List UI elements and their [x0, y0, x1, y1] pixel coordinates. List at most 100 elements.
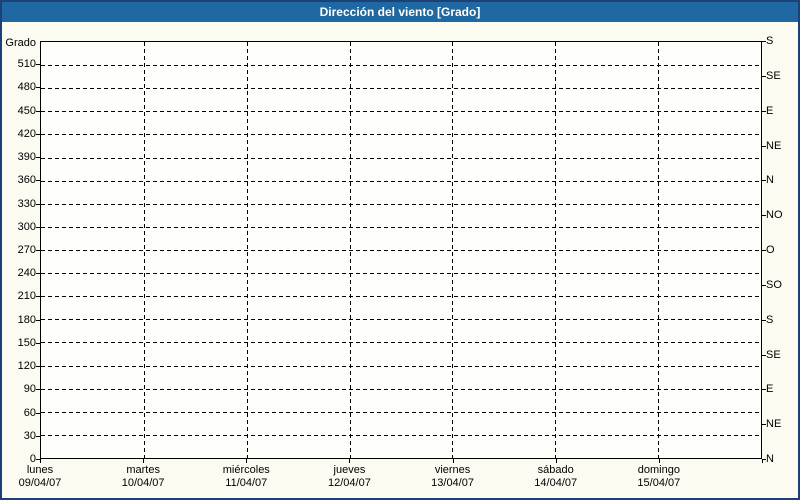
day-name: domingo — [637, 464, 680, 476]
x-axis-day-label: jueves 12/04/07 — [328, 464, 371, 490]
day-date: 13/04/07 — [431, 477, 474, 489]
x-axis-day-label: sábado 14/04/07 — [534, 464, 577, 490]
day-date: 14/04/07 — [534, 477, 578, 489]
x-axis-day-label: lunes 09/04/07 — [19, 464, 62, 490]
y-axis-right-tick-label: N — [766, 453, 774, 465]
y-axis-left-tick-label: 60 — [23, 406, 36, 419]
day-name: miércoles — [222, 464, 270, 476]
y-axis-right-tick-label: S — [766, 35, 774, 47]
day-date: 10/04/07 — [121, 477, 165, 489]
x-axis-tick-mark — [143, 459, 145, 463]
y-axis-right-tick-mark — [762, 145, 766, 147]
x-gridline — [452, 42, 454, 458]
y-gridline — [41, 250, 761, 251]
y-gridline — [41, 203, 761, 205]
x-axis-tick-mark — [349, 459, 351, 463]
y-axis-left-tick-label: 450 — [17, 104, 36, 117]
y-axis-left-tick-mark — [36, 110, 40, 112]
x-axis-day-label: viernes 13/04/07 — [431, 464, 474, 490]
y-axis-left-tick-label: 270 — [17, 244, 36, 256]
y-axis-right-tick-mark — [762, 354, 766, 356]
y-gridline — [41, 365, 761, 367]
chart-title: Dirección del viento [Grado] — [319, 5, 481, 19]
plot-area — [40, 41, 762, 459]
x-gridline — [246, 42, 248, 458]
x-axis-tick-mark — [762, 459, 763, 463]
y-axis-left-tick-mark — [36, 203, 40, 205]
y-axis-right-tick-label: NE — [766, 418, 782, 431]
y-axis-left-tick-mark — [36, 250, 40, 251]
x-axis-tick-mark — [40, 459, 41, 463]
y-axis-left-tick-label: 510 — [17, 58, 36, 71]
y-gridline — [41, 111, 761, 113]
x-gridline — [349, 42, 351, 458]
y-axis-left-tick-label: 360 — [17, 174, 36, 187]
y-axis-right-tick-mark — [762, 319, 766, 321]
y-gridline — [41, 157, 761, 159]
y-gridline — [41, 296, 761, 298]
y-axis-left-tick-label: 300 — [17, 220, 36, 233]
y-axis-left-tick-mark — [36, 157, 40, 159]
x-axis-tick-mark — [452, 459, 454, 463]
y-axis-left-tick-mark — [36, 319, 40, 321]
y-axis-right-tick-label: SE — [766, 69, 781, 82]
y-gridline — [41, 342, 761, 344]
x-axis-day-label: miércoles 11/04/07 — [223, 464, 270, 490]
day-name: sábado — [537, 464, 574, 476]
y-axis-right-tick-label: NE — [766, 139, 782, 152]
y-axis-left-tick-mark — [36, 389, 40, 391]
y-axis-right-tick-mark — [762, 250, 766, 251]
y-axis-left-tick-label: 30 — [23, 429, 36, 442]
day-name: viernes — [434, 464, 471, 476]
day-date: 12/04/07 — [328, 477, 371, 489]
x-axis-tick-mark — [246, 459, 248, 463]
y-axis-left-tick-label: 480 — [17, 81, 36, 94]
x-axis-tick-mark — [555, 459, 557, 463]
y-gridline — [41, 319, 761, 321]
y-axis-right-tick-label: O — [766, 244, 775, 256]
day-date: 15/04/07 — [637, 477, 681, 489]
y-axis-left-tick-label: 330 — [17, 197, 36, 210]
y-axis-left-tick-label: 90 — [23, 383, 36, 396]
y-gridline — [41, 411, 761, 413]
y-axis-right-tick-label: S — [766, 313, 774, 326]
y-axis-left-tick-mark — [36, 412, 40, 414]
y-axis-left-tick-mark — [36, 435, 40, 437]
y-axis-right-tick-mark — [762, 110, 766, 112]
day-date: 09/04/07 — [18, 477, 62, 489]
x-gridline — [658, 42, 660, 458]
x-gridline — [143, 42, 145, 458]
y-axis-right-tick-mark — [762, 75, 766, 77]
y-axis-left-tick-mark — [36, 226, 40, 228]
y-gridline — [41, 134, 761, 136]
y-axis-right-tick-mark — [762, 424, 766, 426]
day-name: lunes — [26, 464, 54, 476]
y-axis-right-tick-label: NO — [766, 209, 783, 222]
y-axis-right-tick-label: E — [766, 104, 774, 117]
x-gridline — [555, 42, 557, 458]
y-axis-left-title: Grado — [5, 37, 36, 49]
y-axis-left-tick-label: 180 — [17, 313, 36, 326]
y-axis-left-tick-label: 210 — [17, 290, 36, 303]
y-axis-left-tick-mark — [36, 180, 40, 182]
y-axis-left-tick-label: 390 — [17, 151, 36, 164]
y-axis-right-tick-mark — [762, 41, 766, 42]
y-axis-right-tick-mark — [762, 215, 766, 217]
y-axis-left-tick-label: 120 — [17, 360, 36, 373]
chart-window: Dirección del viento [Grado] Grado 0 30 60… — [0, 0, 800, 500]
y-gridline — [41, 88, 761, 90]
y-axis-left-tick-mark — [36, 273, 40, 275]
y-gridline — [41, 273, 761, 275]
y-axis-left-tick-mark — [36, 366, 40, 368]
y-axis-right-tick-mark — [762, 389, 766, 391]
y-axis-left-tick-mark — [36, 342, 40, 344]
x-axis-tick-mark — [658, 459, 660, 463]
y-gridline — [41, 180, 761, 182]
y-gridline — [41, 65, 761, 67]
day-name: martes — [126, 464, 160, 476]
y-axis-left-tick-mark — [36, 133, 40, 135]
y-axis-left-tick-mark — [36, 64, 40, 66]
y-gridline — [41, 226, 761, 228]
y-axis-left-tick-label: 150 — [17, 336, 36, 349]
day-name: jueves — [333, 464, 366, 476]
